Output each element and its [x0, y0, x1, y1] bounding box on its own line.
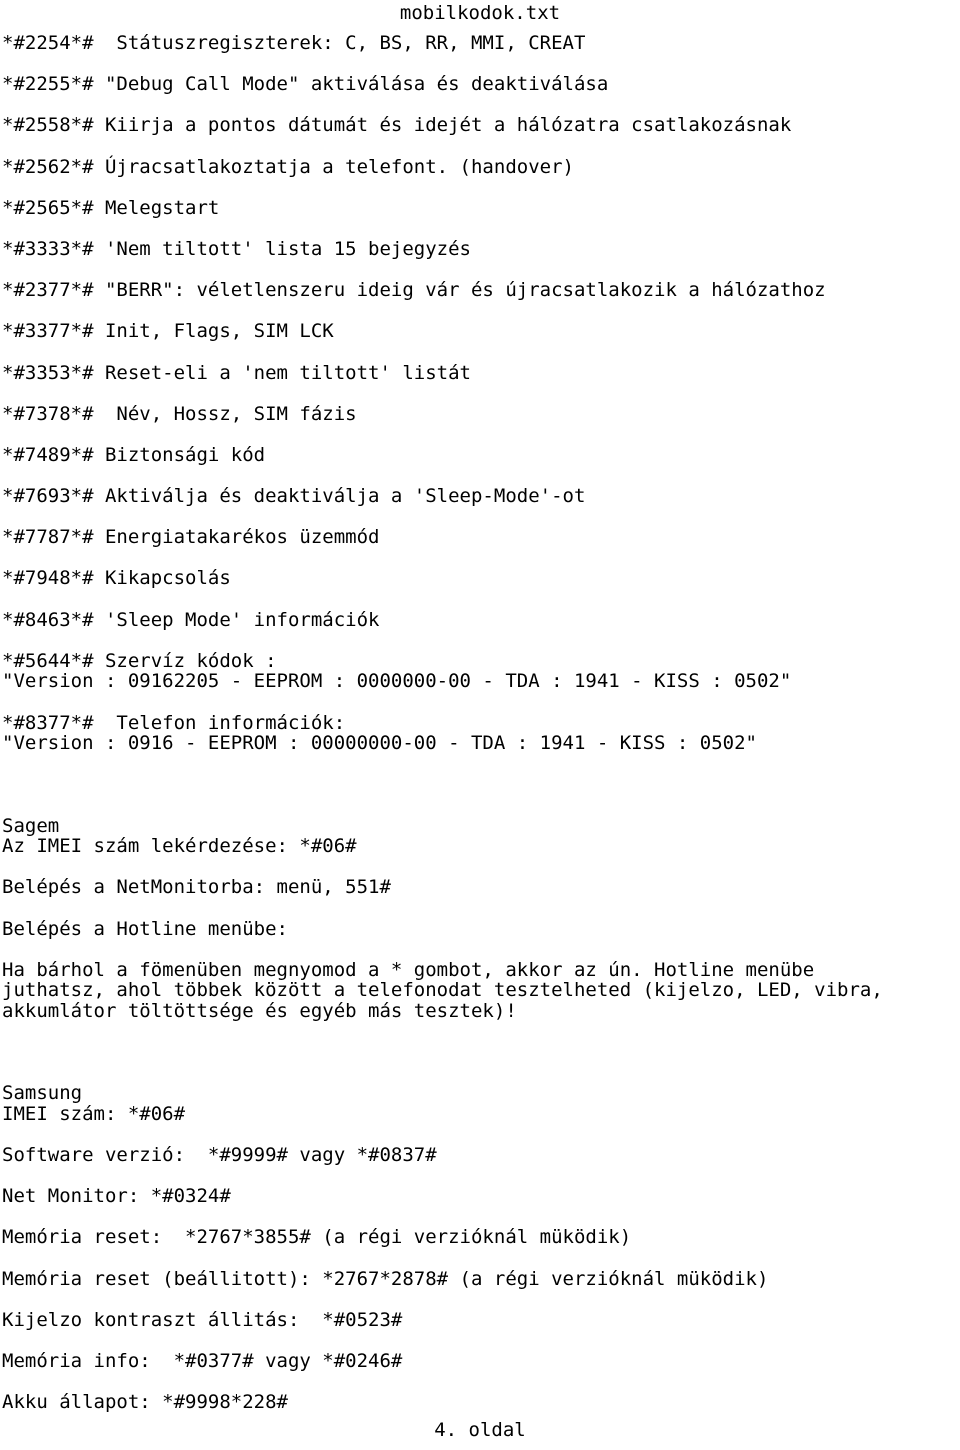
text-line: Az IMEI szám lekérdezése: *#06#: [2, 835, 357, 858]
text-line: Samsung: [2, 1082, 83, 1105]
text-line: *#3353*# Reset-eli a 'nem tiltott' listá…: [2, 361, 471, 384]
text-line: Sagem: [2, 814, 60, 837]
text-line: *#8377*# Telefon információk:: [2, 711, 346, 734]
text-line: Net Monitor: *#0324#: [2, 1185, 231, 1208]
document-text-body: *#2254*# Státuszregiszterek: C, BS, RR, …: [2, 33, 958, 1413]
text-line: *#2377*# "BERR": véletlenszeru ideig vár…: [2, 279, 826, 302]
text-line: Kijelzo kontraszt állitás: *#0523#: [2, 1308, 403, 1331]
text-line: *#3333*# 'Nem tiltott' lista 15 bejegyzé…: [2, 237, 471, 260]
document-page: mobilkodok.txt *#2254*# Státuszregiszter…: [0, 0, 960, 1450]
text-line: *#2562*# Újracsatlakoztatja a telefont. …: [2, 155, 574, 178]
text-line: "Version : 0916 - EEPROM : 00000000-00 -…: [2, 732, 757, 755]
text-line: *#5644*# Szervíz kódok :: [2, 649, 277, 672]
text-line: Belépés a NetMonitorba: menü, 551#: [2, 876, 391, 899]
text-line: Akku állapot: *#9998*228#: [2, 1391, 288, 1414]
text-line: *#7787*# Energiatakarékos üzemmód: [2, 526, 380, 549]
text-line: IMEI szám: *#06#: [2, 1102, 186, 1125]
text-line: akkumlátor töltöttsége és egyéb más tesz…: [2, 999, 517, 1022]
text-line: Memória reset (beállitott): *2767*2878# …: [2, 1267, 769, 1290]
text-line: Software verzió: *#9999# vagy *#0837#: [2, 1144, 437, 1167]
text-line: *#7693*# Aktiválja és deaktiválja a 'Sle…: [2, 485, 586, 508]
text-line: juthatsz, ahol többek között a telefonod…: [2, 979, 883, 1002]
text-line: *#8463*# 'Sleep Mode' információk: [2, 608, 380, 631]
text-line: *#2565*# Melegstart: [2, 196, 220, 219]
text-line: Belépés a Hotline menübe:: [2, 917, 288, 940]
page-number-footer: 4. oldal: [434, 1419, 526, 1441]
text-line: Ha bárhol a fömenüben megnyomod a * gomb…: [2, 958, 815, 981]
text-line: *#7489*# Biztonsági kód: [2, 443, 266, 466]
text-line: "Version : 09162205 - EEPROM : 0000000-0…: [2, 670, 792, 693]
text-line: *#7378*# Név, Hossz, SIM fázis: [2, 402, 357, 425]
text-line: *#2558*# Kiirja a pontos dátumát és idej…: [2, 114, 792, 137]
text-line: *#3377*# Init, Flags, SIM LCK: [2, 320, 334, 343]
text-line: *#2255*# "Debug Call Mode" aktiválása és…: [2, 73, 609, 96]
document-title: mobilkodok.txt: [399, 2, 561, 24]
text-line: Memória reset: *2767*3855# (a régi verzi…: [2, 1226, 632, 1249]
text-line: *#7948*# Kikapcsolás: [2, 567, 231, 590]
text-line: Memória info: *#0377# vagy *#0246#: [2, 1350, 403, 1372]
text-line: *#2254*# Státuszregiszterek: C, BS, RR, …: [2, 32, 586, 54]
